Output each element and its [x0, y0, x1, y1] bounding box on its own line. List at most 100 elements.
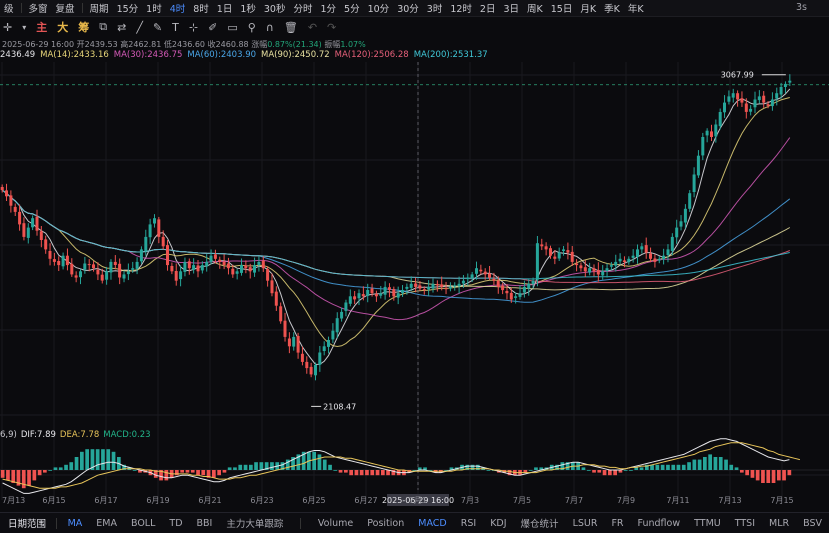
candle-body [253, 265, 256, 273]
candle-body [588, 268, 592, 273]
candle-body [461, 280, 465, 284]
candle-body [148, 224, 152, 238]
indicator-tab[interactable]: 主力大单跟踪 [219, 516, 290, 530]
candle-body [435, 284, 439, 286]
candle-body [692, 174, 696, 192]
x-tick-label: 6月19 [146, 496, 169, 505]
macd-bar [349, 470, 353, 476]
macd-bar [359, 470, 364, 476]
indicator-tab[interactable]: RSI [454, 518, 483, 529]
candle-body [718, 112, 722, 127]
indicator-tab[interactable]: BSV [796, 518, 829, 529]
candle-body [135, 261, 139, 269]
candle-body [622, 260, 626, 262]
candle-body [570, 251, 574, 262]
candle-body [440, 284, 444, 287]
macd-bar [0, 470, 5, 478]
candle-body [244, 265, 248, 269]
macd-bar [745, 470, 749, 476]
candle-body [270, 280, 274, 294]
macd-legend-item: DEA:7.78 [59, 430, 100, 440]
macd-bar [703, 457, 707, 470]
macd-bar [666, 464, 670, 470]
candle-body [57, 261, 61, 266]
candle-body [627, 258, 631, 263]
indicator-tab[interactable]: BBI [190, 518, 220, 529]
candle-body [535, 243, 539, 280]
macd-bar [602, 470, 607, 476]
candle-body [788, 80, 792, 83]
macd-bar [713, 457, 718, 470]
indicator-tab[interactable]: Fundflow [631, 518, 688, 529]
indicator-tab[interactable]: TD [162, 518, 189, 529]
indicator-tab[interactable]: FR [604, 518, 630, 529]
macd-bar [201, 470, 206, 476]
macd-bar [718, 457, 723, 470]
candle-body [505, 291, 509, 294]
macd-bar [692, 459, 697, 470]
macd-bar [58, 467, 63, 470]
indicator-tab[interactable]: Volume [311, 518, 360, 529]
indicator-tab[interactable]: MACD [411, 518, 453, 529]
candle-body [213, 254, 217, 259]
candle-body [762, 95, 766, 103]
candle-body [226, 263, 230, 269]
date-range-button[interactable]: 日期范围 [0, 516, 52, 530]
candle-body [257, 261, 261, 265]
candle-body [531, 280, 535, 285]
macd-bar [655, 464, 660, 470]
candle-body [209, 255, 213, 262]
macd-bar [581, 467, 586, 470]
indicator-bar: 日期范围 MA EMA BOLL TD BBI 主力大单跟踪 Volume Position MA… [0, 512, 829, 533]
x-tick-label: 6月23 [250, 496, 273, 505]
indicator-tab[interactable]: 爆仓统计 [514, 516, 566, 530]
macd-bar [312, 451, 316, 470]
indicator-tab[interactable]: TTSI [728, 518, 762, 529]
candle-body [427, 286, 431, 290]
macd-bar [85, 449, 89, 470]
indicator-tab[interactable]: TTMU [687, 518, 728, 529]
x-tick-label: 7月15 [770, 496, 793, 505]
indicator-tab[interactable]: MLR [762, 518, 796, 529]
x-tick-label: 7月13 [2, 496, 25, 505]
macd-bar [180, 470, 184, 473]
macd-bar [782, 470, 786, 481]
candle-body [731, 93, 735, 98]
candle-body [492, 278, 496, 281]
candle-body [205, 261, 209, 267]
candle-body [409, 283, 413, 288]
indicator-tab[interactable]: MA [61, 518, 90, 529]
candle-body [640, 246, 644, 250]
candle-body [113, 261, 117, 265]
candle-body [39, 231, 43, 240]
macd-bar [27, 470, 31, 486]
candle-body [309, 366, 313, 375]
candle-body [453, 285, 457, 287]
indicator-tab[interactable]: KDJ [483, 518, 513, 529]
candle-body [9, 195, 13, 206]
x-tick-label: 7月11 [666, 496, 689, 505]
macd-bar [613, 470, 617, 476]
candle-body [466, 277, 470, 280]
macd-bar [6, 470, 10, 481]
indicator-tab[interactable]: Position [360, 518, 411, 529]
candle-body [775, 93, 779, 99]
macd-bar [249, 464, 253, 470]
candle-body [605, 268, 609, 271]
candle-body [166, 245, 169, 266]
x-tick-label: 7月13 [718, 496, 741, 505]
macd-legend-item: DIF:7.89 [20, 430, 56, 440]
candle-body [5, 190, 8, 197]
indicator-tab[interactable]: LSUR [566, 518, 605, 529]
macd-bar [608, 470, 612, 476]
candle-body [714, 124, 718, 137]
candle-body [583, 267, 587, 272]
indicator-tab[interactable]: BOLL [124, 518, 162, 529]
candle-body [70, 263, 74, 275]
macd-bar [106, 449, 111, 470]
indicator-tab[interactable]: EMA [89, 518, 124, 529]
macd-legend: 6,9) DIF:7.89 DEA:7.78 MACD:0.23 [0, 430, 155, 440]
macd-bar [333, 470, 338, 471]
candle-body [475, 268, 478, 274]
candle-body [331, 330, 335, 340]
